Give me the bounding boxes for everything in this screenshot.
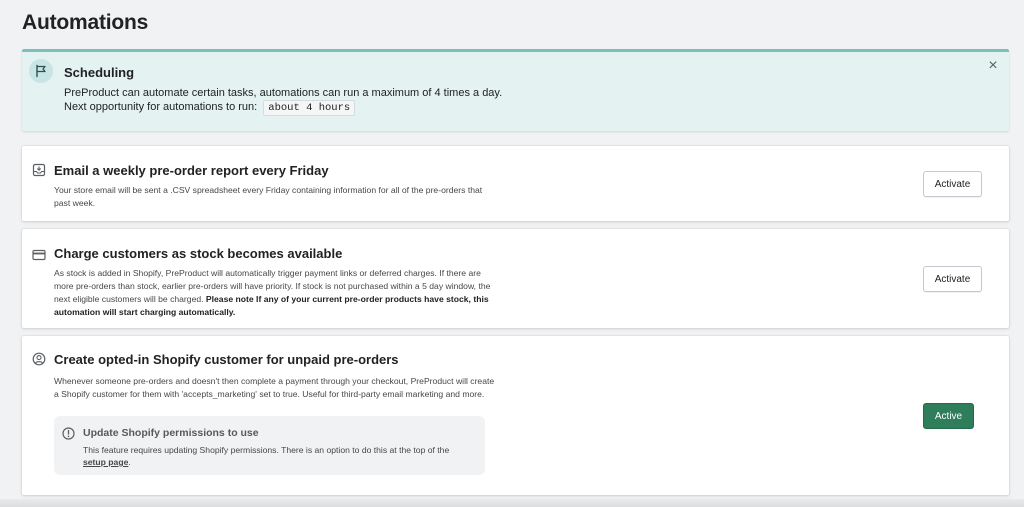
automation-card-opted-in-customer: Create opted-in Shopify customer for unp…: [22, 336, 1009, 495]
banner-title: Scheduling: [64, 65, 135, 80]
close-icon[interactable]: ×: [985, 58, 1001, 74]
inbox-download-icon: [32, 163, 46, 177]
active-opted-in-customer-button[interactable]: Active: [923, 403, 974, 429]
notice-text-suffix: .: [128, 457, 131, 467]
flag-icon: [29, 59, 53, 83]
notice-title: Update Shopify permissions to use: [83, 427, 259, 439]
activate-charge-stock-button[interactable]: Activate: [923, 266, 982, 292]
scheduling-banner: Scheduling PreProduct can automate certa…: [22, 49, 1009, 131]
card-description: Whenever someone pre-orders and doesn't …: [54, 376, 495, 399]
notice-text: This feature requires updating Shopify p…: [83, 444, 473, 468]
activate-weekly-report-button[interactable]: Activate: [923, 171, 982, 197]
next-run-label: Next opportunity for automations to run:: [64, 101, 258, 113]
page-title: Automations: [22, 11, 149, 34]
card-title: Email a weekly pre-order report every Fr…: [54, 163, 329, 178]
info-icon: [62, 427, 75, 440]
credit-card-icon: [32, 248, 46, 262]
notice-text-body: This feature requires updating Shopify p…: [83, 445, 450, 455]
banner-description: PreProduct can automate certain tasks, a…: [64, 87, 503, 99]
card-title: Create opted-in Shopify customer for unp…: [54, 352, 399, 367]
card-description: Your store email will be sent a .CSV spr…: [54, 185, 483, 208]
automation-card-weekly-report: Email a weekly pre-order report every Fr…: [22, 146, 1009, 221]
next-run-value: about 4 hours: [263, 100, 356, 116]
banner-next-run: Next opportunity for automations to run:…: [64, 100, 356, 116]
setup-page-link[interactable]: setup page: [83, 457, 128, 467]
card-description: As stock is added in Shopify, PreProduct…: [54, 267, 500, 319]
customer-icon: [32, 352, 46, 366]
card-title: Charge customers as stock becomes availa…: [54, 246, 343, 261]
page-bottom-edge: [0, 499, 1024, 507]
automation-card-charge-stock: Charge customers as stock becomes availa…: [22, 229, 1009, 328]
permissions-notice: Update Shopify permissions to use This f…: [54, 416, 485, 475]
